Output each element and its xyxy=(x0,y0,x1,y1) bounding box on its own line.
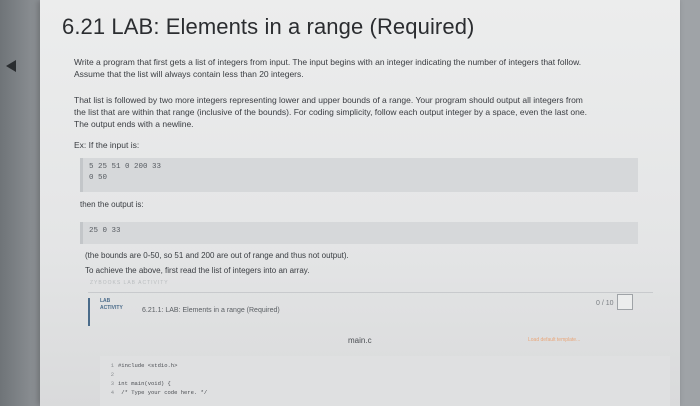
lab-page: 6.21 LAB: Elements in a range (Required)… xyxy=(40,0,680,406)
instruction-line: Assume that the list will always contain… xyxy=(74,69,304,79)
output-label: then the output is: xyxy=(80,200,144,209)
instruction-line: the list that are within that range (inc… xyxy=(74,107,587,117)
bounds-note: (the bounds are 0-50, so 51 and 200 are … xyxy=(85,251,349,260)
lab-activity-title: 6.21.1: LAB: Elements in a range (Requir… xyxy=(142,307,280,314)
array-hint: To achieve the above, first read the lis… xyxy=(85,266,310,275)
line-number: 2 xyxy=(110,371,114,378)
instruction-line: The output ends with a newline. xyxy=(74,119,194,129)
lab-activity-badge: LAB ACTIVITY xyxy=(100,298,123,312)
input-example-line: 0 50 xyxy=(89,174,108,182)
instruction-line: That list is followed by two more intege… xyxy=(74,95,583,105)
line-number: 1 xyxy=(110,362,114,369)
editor-line: 4 /* Type your code here. */ xyxy=(100,389,207,396)
file-name-label: main.c xyxy=(348,336,372,345)
example-label: Ex: If the input is: xyxy=(74,140,140,150)
watermark-text: ZYBOOKS LAB ACTIVITY xyxy=(90,280,169,286)
editor-line: 3 int main(void) { xyxy=(100,380,171,387)
arrow-cursor-icon xyxy=(6,60,16,72)
page-title: 6.21 LAB: Elements in a range (Required) xyxy=(62,14,475,39)
badge-line: LAB xyxy=(100,298,111,304)
output-example-box: 25 0 33 xyxy=(80,222,638,244)
line-number: 4 xyxy=(110,389,114,396)
editor-line: 2 xyxy=(100,371,118,378)
input-example-line: 5 25 51 0 200 33 xyxy=(89,163,162,171)
code-text: #include <stdio.h> xyxy=(118,362,178,369)
score-display: 0 / 10 xyxy=(596,300,614,307)
section-divider xyxy=(88,292,653,293)
lab-activity-marker xyxy=(88,298,98,326)
code-editor[interactable]: 1 #include <stdio.h> 2 3 int main(void) { … xyxy=(100,356,670,406)
instruction-line: Write a program that first gets a list o… xyxy=(74,57,582,67)
code-text: /* Type your code here. */ xyxy=(118,389,208,396)
editor-line: 1 #include <stdio.h> xyxy=(100,362,178,369)
input-example-box: 5 25 51 0 200 33 0 50 xyxy=(80,158,638,192)
badge-line: ACTIVITY xyxy=(100,305,123,311)
background-right xyxy=(680,0,700,406)
instructions-paragraph-2: That list is followed by two more intege… xyxy=(74,94,664,130)
output-example-line: 25 0 33 xyxy=(89,227,121,235)
instructions-paragraph-1: Write a program that first gets a list o… xyxy=(74,56,664,80)
code-text: int main(void) { xyxy=(118,380,171,387)
line-number: 3 xyxy=(110,380,114,387)
load-default-template-link[interactable]: Load default template... xyxy=(528,337,580,343)
score-checkbox xyxy=(617,294,633,310)
